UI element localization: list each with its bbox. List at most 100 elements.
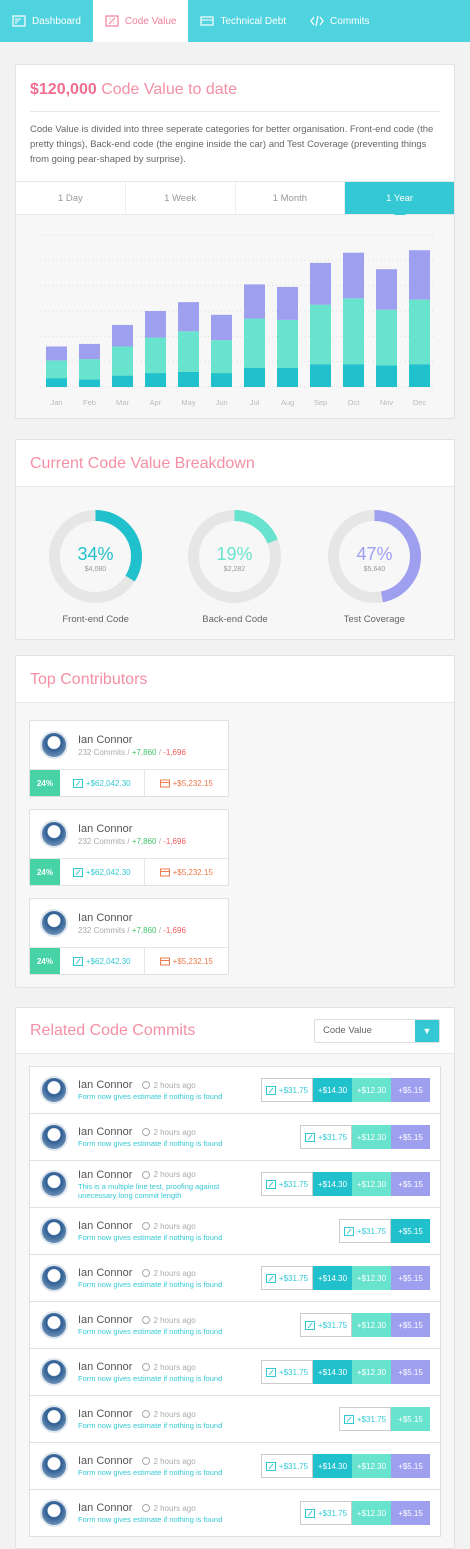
commit-message[interactable]: This is a multiple line test, proofing a… xyxy=(78,1182,251,1200)
bar-nov-segment-2[interactable] xyxy=(376,309,397,366)
bar-feb-segment-1[interactable] xyxy=(79,379,100,387)
contributor-card[interactable]: Ian Connor 232 Commits / +7,860 / -1,696… xyxy=(29,898,229,975)
dashboard-icon xyxy=(12,15,26,27)
commit-message[interactable]: Form now gives estimate if nothing is fo… xyxy=(78,1468,251,1477)
tab-1-week[interactable]: 1 Week xyxy=(126,182,236,214)
bar-jul-segment-3[interactable] xyxy=(244,284,265,319)
commit-code-value-badge: +$31.75 xyxy=(300,1125,352,1149)
bar-nov-segment-1[interactable] xyxy=(376,365,397,387)
donut-front-end: 34% $4,080 Front-end Code xyxy=(41,509,151,629)
bar-nov-segment-3[interactable] xyxy=(376,269,397,310)
commit-time: 2 hours ago xyxy=(142,1363,196,1372)
commit-info: Ian Connor 2 hours ago Form now gives es… xyxy=(78,1267,251,1289)
bar-dec-segment-3[interactable] xyxy=(409,250,430,300)
tab-1-year[interactable]: 1 Year xyxy=(345,182,454,220)
bar-may-segment-1[interactable] xyxy=(178,371,199,387)
x-tick-label: Oct xyxy=(348,398,361,407)
bar-oct-segment-3[interactable] xyxy=(343,252,364,299)
commit-message[interactable]: Form now gives estimate if nothing is fo… xyxy=(78,1233,329,1242)
commit-code-value: +$31.75 xyxy=(317,1132,348,1142)
contributor-card[interactable]: Ian Connor 232 Commits / +7,860 / -1,696… xyxy=(29,720,229,797)
commit-row[interactable]: Ian Connor 2 hours ago Form now gives es… xyxy=(29,1348,441,1396)
commit-row[interactable]: Ian Connor 2 hours ago Form now gives es… xyxy=(29,1442,441,1490)
bar-jan-segment-3[interactable] xyxy=(46,346,67,361)
clock-icon xyxy=(142,1363,151,1371)
commit-code-value-badge: +$31.75 xyxy=(261,1266,313,1290)
bar-oct-segment-1[interactable] xyxy=(343,364,364,387)
commit-info: Ian Connor 2 hours ago Form now gives es… xyxy=(78,1220,329,1242)
commit-test-coverage-badge: +$5.15 xyxy=(391,1313,430,1337)
bar-sep-segment-2[interactable] xyxy=(310,304,331,365)
bar-apr-segment-1[interactable] xyxy=(145,373,166,387)
commit-message[interactable]: Form now gives estimate if nothing is fo… xyxy=(78,1374,251,1383)
commit-row[interactable]: Ian Connor 2 hours ago Form now gives es… xyxy=(29,1207,441,1255)
bar-aug-segment-1[interactable] xyxy=(277,368,298,387)
bar-mar-segment-2[interactable] xyxy=(112,346,133,376)
commit-time: 2 hours ago xyxy=(142,1222,196,1231)
bar-jun-segment-2[interactable] xyxy=(211,340,232,374)
contributor-footer: 24% +$62,042.30 +$5,232.15 xyxy=(30,948,228,974)
bar-mar-segment-3[interactable] xyxy=(112,324,133,347)
summary-description: Code Value is divided into three seperat… xyxy=(30,111,440,181)
bar-sep-segment-1[interactable] xyxy=(310,364,331,387)
summary-amount: $120,000 xyxy=(30,81,97,98)
contributor-code-value-amount: +$62,042.30 xyxy=(85,778,131,788)
contributor-percent: 24% xyxy=(30,948,60,974)
commit-back-end-badge: +$5.15 xyxy=(391,1407,430,1431)
bar-sep-segment-3[interactable] xyxy=(310,262,331,305)
commit-row[interactable]: Ian Connor 2 hours ago Form now gives es… xyxy=(29,1113,441,1161)
commit-row[interactable]: Ian Connor 2 hours ago Form now gives es… xyxy=(29,1489,441,1537)
x-tick-label: Apr xyxy=(150,398,162,407)
bar-aug-segment-3[interactable] xyxy=(277,286,298,320)
commit-message[interactable]: Form now gives estimate if nothing is fo… xyxy=(78,1092,251,1101)
code-value-icon xyxy=(343,1226,354,1236)
commit-row[interactable]: Ian Connor 2 hours ago Form now gives es… xyxy=(29,1301,441,1349)
commit-row[interactable]: Ian Connor 2 hours ago Form now gives es… xyxy=(29,1066,441,1114)
bar-aug-segment-2[interactable] xyxy=(277,319,298,368)
bar-apr-segment-3[interactable] xyxy=(145,311,166,338)
bar-mar-segment-1[interactable] xyxy=(112,375,133,387)
bar-dec-segment-1[interactable] xyxy=(409,364,430,387)
commit-message[interactable]: Form now gives estimate if nothing is fo… xyxy=(78,1327,290,1336)
bar-jan-segment-1[interactable] xyxy=(46,378,67,387)
bar-may-segment-2[interactable] xyxy=(178,331,199,372)
commit-row[interactable]: Ian Connor 2 hours ago Form now gives es… xyxy=(29,1254,441,1302)
tab-1-day[interactable]: 1 Day xyxy=(16,182,126,214)
contributor-card[interactable]: Ian Connor 232 Commits / +7,860 / -1,696… xyxy=(29,809,229,886)
commit-test-coverage-badge: +$5.15 xyxy=(391,1360,430,1384)
bar-jan-segment-2[interactable] xyxy=(46,360,67,379)
commit-row[interactable]: Ian Connor 2 hours ago This is a multipl… xyxy=(29,1160,441,1208)
donut-chart-front-end: 34% $4,080 xyxy=(49,510,143,603)
commit-author: Ian Connor xyxy=(78,1267,133,1279)
nav-code-value[interactable]: Code Value xyxy=(92,0,189,42)
nav-commits[interactable]: Commits xyxy=(298,0,381,42)
commit-message[interactable]: Form now gives estimate if nothing is fo… xyxy=(78,1139,290,1148)
clock-icon xyxy=(142,1170,151,1179)
bar-feb-segment-2[interactable] xyxy=(79,359,100,380)
bar-jul-segment-1[interactable] xyxy=(244,368,265,387)
technical-debt-icon xyxy=(159,868,170,876)
nav-dashboard[interactable]: Dashboard xyxy=(0,0,93,42)
bar-jun-segment-1[interactable] xyxy=(211,373,232,387)
commits-filter-select[interactable]: Code Value ▼ xyxy=(314,1018,440,1043)
nav-technical-debt[interactable]: Technical Debt xyxy=(188,0,298,42)
bar-oct-segment-2[interactable] xyxy=(343,298,364,365)
commit-badges: +$31.75 +$12.30 +$5.15 xyxy=(300,1501,430,1525)
commit-message[interactable]: Form now gives estimate if nothing is fo… xyxy=(78,1421,329,1430)
commit-info: Ian Connor 2 hours ago Form now gives es… xyxy=(78,1455,251,1477)
commit-row[interactable]: Ian Connor 2 hours ago Form now gives es… xyxy=(29,1395,441,1443)
chevron-down-icon[interactable]: ▼ xyxy=(415,1019,439,1042)
bar-jul-segment-2[interactable] xyxy=(244,318,265,368)
commit-code-value: +$31.75 xyxy=(278,1273,309,1283)
donut-back-end: 19% $2,282 Back-end Code xyxy=(180,509,290,629)
commit-message[interactable]: Form now gives estimate if nothing is fo… xyxy=(78,1280,251,1289)
bar-may-segment-3[interactable] xyxy=(178,302,199,332)
commit-message[interactable]: Form now gives estimate if nothing is fo… xyxy=(78,1515,290,1524)
tab-1-month[interactable]: 1 Month xyxy=(236,182,346,214)
bar-dec-segment-2[interactable] xyxy=(409,299,430,365)
bar-feb-segment-3[interactable] xyxy=(79,343,100,360)
bar-jun-segment-3[interactable] xyxy=(211,314,232,341)
nav-commits-label: Commits xyxy=(330,15,370,27)
bar-apr-segment-2[interactable] xyxy=(145,337,166,374)
commit-badges: +$31.75 +$14.30 +$12.30 +$5.15 xyxy=(261,1266,430,1290)
